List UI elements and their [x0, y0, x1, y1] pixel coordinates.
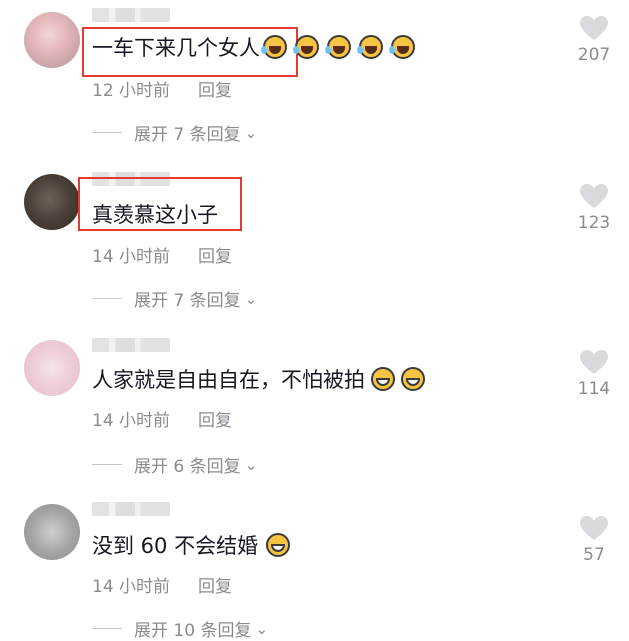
divider-line [92, 628, 122, 629]
comment-item: 真羡慕这小子 14 小时前 回复 展开 7 条回复 ⌄ 123 [0, 162, 629, 322]
like-button[interactable]: 57 [572, 516, 616, 565]
laugh-cry-emoji-icon [357, 35, 383, 59]
comment-text: 没到 60 不会结婚 [92, 532, 291, 560]
chevron-down-icon: ⌄ [244, 289, 258, 308]
heart-icon [580, 16, 608, 40]
like-button[interactable]: 123 [572, 184, 616, 233]
expand-replies[interactable]: 展开 7 条回复 ⌄ [92, 286, 257, 311]
comment-time: 14 小时前 [92, 411, 171, 431]
heart-icon [580, 184, 608, 208]
like-count: 57 [583, 545, 605, 565]
avatar[interactable] [24, 12, 80, 68]
expand-replies-label[interactable]: 展开 10 条回复 [134, 616, 251, 641]
expand-replies[interactable]: 展开 10 条回复 ⌄ [92, 616, 268, 641]
comment-text-content: 一车下来几个女人 [92, 36, 260, 60]
comment-text: 人家就是自由自在，不怕被拍 [92, 366, 425, 394]
comment-item: 没到 60 不会结婚 14 小时前 回复 展开 10 条回复 ⌄ 57 [0, 492, 629, 641]
comment-meta: 14 小时前 回复 [92, 406, 232, 431]
grin-emoji-icon [371, 367, 395, 391]
chevron-down-icon: ⌄ [244, 455, 258, 474]
comment-time: 14 小时前 [92, 577, 171, 597]
comment-item: 一车下来几个女人 12 小时前 回复 展开 7 条回复 ⌄ 207 [0, 0, 629, 160]
laugh-cry-emoji-icon [261, 35, 287, 59]
expand-replies-label[interactable]: 展开 6 条回复 [134, 452, 241, 477]
avatar[interactable] [24, 174, 80, 230]
username-blurred[interactable] [92, 8, 170, 22]
username-blurred[interactable] [92, 338, 170, 352]
divider-line [92, 464, 122, 465]
divider-line [92, 298, 122, 299]
grin-emoji-icon [266, 533, 291, 557]
like-button[interactable]: 114 [572, 350, 616, 399]
comment-meta: 14 小时前 回复 [92, 242, 232, 267]
like-count: 114 [577, 379, 611, 399]
avatar[interactable] [24, 340, 80, 396]
chevron-down-icon: ⌄ [255, 619, 269, 638]
comment-time: 14 小时前 [92, 247, 171, 267]
comment-text-content: 没到 60 不会结婚 [92, 534, 259, 558]
expand-replies-label[interactable]: 展开 7 条回复 [134, 120, 241, 145]
like-count: 123 [577, 213, 611, 233]
like-button[interactable]: 207 [572, 16, 616, 65]
heart-icon [580, 516, 608, 540]
comment-text-content: 人家就是自由自在，不怕被拍 [92, 368, 365, 392]
reply-button[interactable]: 回复 [198, 247, 232, 267]
reply-button[interactable]: 回复 [198, 411, 232, 431]
laugh-cry-emoji-icon [325, 35, 351, 59]
laugh-cry-emoji-icon [293, 35, 319, 59]
divider-line [92, 132, 122, 133]
heart-icon [580, 350, 608, 374]
laugh-cry-emoji-icon [389, 35, 415, 59]
expand-replies-label[interactable]: 展开 7 条回复 [134, 286, 241, 311]
comment-time: 12 小时前 [92, 81, 171, 101]
chevron-down-icon: ⌄ [244, 123, 258, 142]
comment-meta: 12 小时前 回复 [92, 76, 232, 101]
username-blurred[interactable] [92, 502, 170, 516]
comment-text-content: 真羡慕这小子 [92, 203, 218, 227]
reply-button[interactable]: 回复 [198, 577, 232, 597]
comment-text: 一车下来几个女人 [92, 34, 415, 62]
reply-button[interactable]: 回复 [198, 81, 232, 101]
like-count: 207 [577, 45, 611, 65]
avatar[interactable] [24, 504, 80, 560]
comment-item: 人家就是自由自在，不怕被拍 14 小时前 回复 展开 6 条回复 ⌄ 114 [0, 328, 629, 488]
comment-text: 真羡慕这小子 [92, 201, 218, 229]
grin-emoji-icon [401, 367, 425, 391]
expand-replies[interactable]: 展开 6 条回复 ⌄ [92, 452, 257, 477]
expand-replies[interactable]: 展开 7 条回复 ⌄ [92, 120, 257, 145]
comment-meta: 14 小时前 回复 [92, 572, 232, 597]
